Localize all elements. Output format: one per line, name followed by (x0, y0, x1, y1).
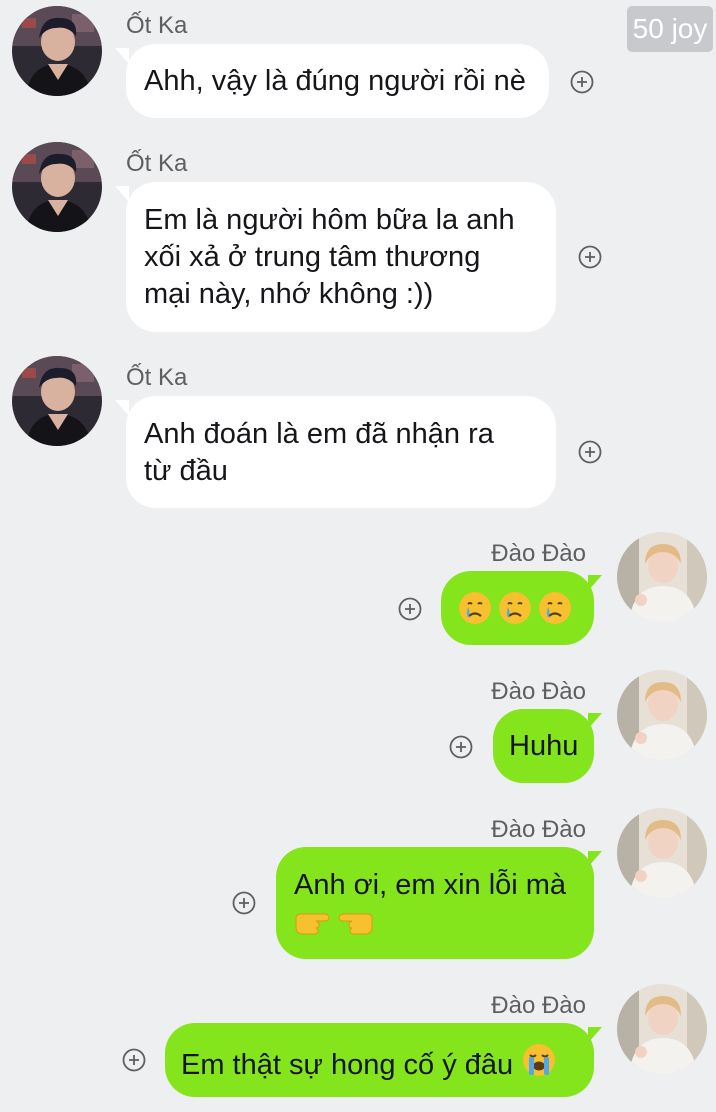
add-reaction-button[interactable] (122, 1048, 146, 1072)
bubble-tail (115, 400, 129, 416)
message-bubble[interactable]: Huhu (493, 709, 594, 783)
sender-name: Đào Đào (491, 540, 586, 567)
message-bubble[interactable]: Anh đoán là em đã nhận ra từ đầu (126, 396, 556, 508)
crying-face-icon (457, 590, 493, 636)
add-reaction-button[interactable] (578, 440, 602, 464)
add-reaction-button[interactable] (578, 245, 602, 269)
emoji-row (457, 590, 578, 636)
avatar-dao-dao[interactable] (617, 808, 707, 898)
sender-name: Ốt Ka (126, 364, 188, 391)
add-reaction-button[interactable] (449, 735, 473, 759)
sender-name: Đào Đào (491, 816, 586, 843)
joy-points-badge: 50 joy (627, 6, 713, 52)
avatar-dao-dao[interactable] (617, 532, 707, 622)
add-reaction-button[interactable] (570, 70, 594, 94)
pointing-right-hand-icon (294, 908, 332, 948)
message-text: Ahh, vậy là đúng người rồi nè (144, 65, 526, 97)
message-bubble[interactable]: Anh ơi, em xin lỗi mà (276, 847, 594, 959)
message-text: Anh ơi, em xin lỗi mà (294, 869, 567, 901)
sender-name: Đào Đào (491, 992, 586, 1019)
message-text: Em thật sự hong cố ý đâu (181, 1048, 514, 1081)
message-bubble[interactable]: Em thật sự hong cố ý đâu (165, 1023, 594, 1097)
message-bubble[interactable] (441, 571, 594, 645)
sender-name: Ốt Ka (126, 12, 188, 39)
avatar-ot-ka[interactable] (12, 6, 102, 96)
message-text: Anh đoán là em đã nhận ra từ đầu (144, 418, 494, 487)
emoji-row (294, 908, 576, 948)
bubble-tail (115, 48, 129, 64)
message-text: Em là người hôm bữa la anh xối xả ở trun… (144, 204, 515, 310)
loudly-crying-face-icon (521, 1042, 557, 1088)
pointing-left-hand-icon (336, 908, 374, 948)
bubble-tail (115, 186, 129, 202)
sender-name: Đào Đào (491, 678, 586, 705)
avatar-ot-ka[interactable] (12, 142, 102, 232)
avatar-ot-ka[interactable] (12, 356, 102, 446)
add-reaction-button[interactable] (232, 891, 256, 915)
avatar-dao-dao[interactable] (617, 984, 707, 1074)
crying-face-icon (537, 590, 573, 636)
avatar-dao-dao[interactable] (617, 670, 707, 760)
add-reaction-button[interactable] (398, 597, 422, 621)
message-text: Huhu (509, 730, 579, 762)
crying-face-icon (497, 590, 533, 636)
sender-name: Ốt Ka (126, 150, 188, 177)
message-bubble[interactable]: Ahh, vậy là đúng người rồi nè (126, 44, 549, 118)
message-bubble[interactable]: Em là người hôm bữa la anh xối xả ở trun… (126, 182, 556, 332)
